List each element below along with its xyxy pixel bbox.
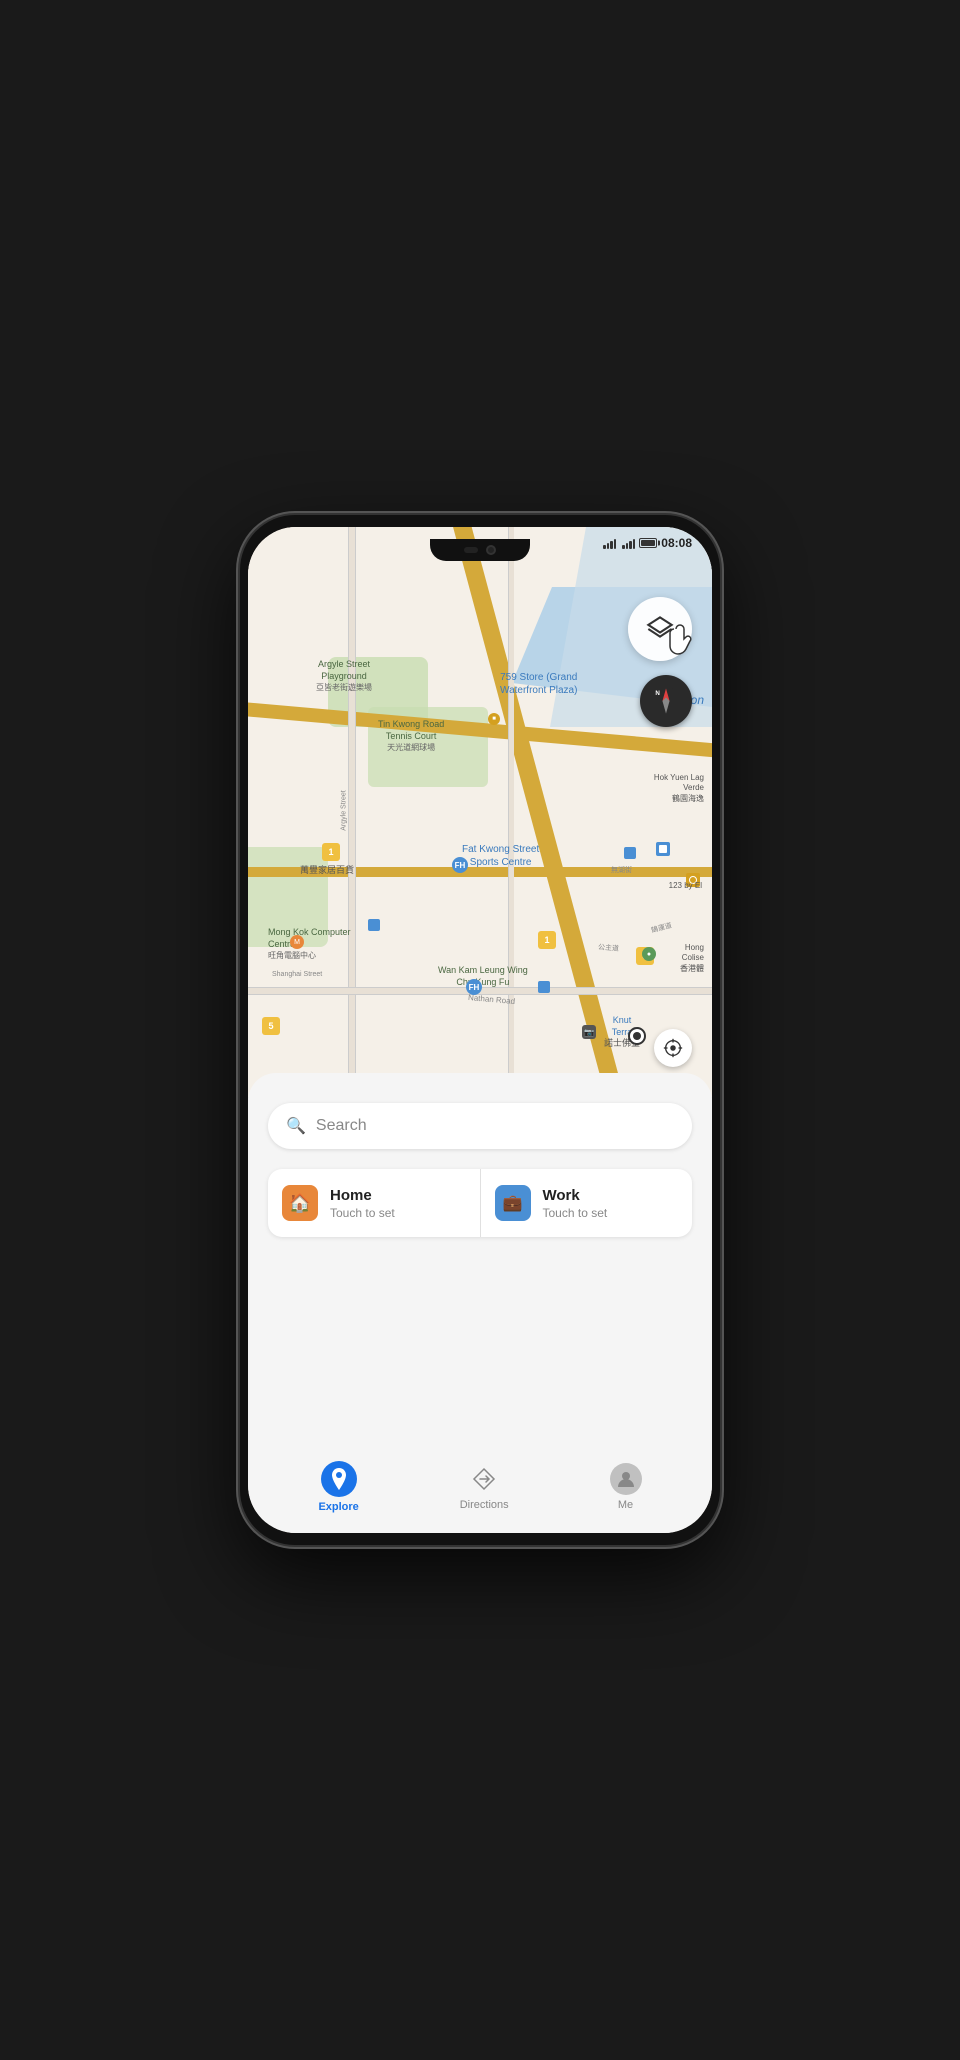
coliseum-icon: ● <box>642 947 656 961</box>
signal-bar <box>629 541 632 549</box>
road-vertical-2 <box>508 527 514 1097</box>
princess-margaret-road-label: 公主道 <box>598 942 620 954</box>
map-poi-icon-1 <box>656 842 670 856</box>
road-vertical-1 <box>348 527 356 1097</box>
nav-directions[interactable]: Directions <box>460 1463 509 1511</box>
bottom-sheet: 🔍 Search 🏠 Home Touch to set 💼 Work Tou <box>248 1073 712 1533</box>
status-right: 08:08 <box>603 536 692 550</box>
poi-icon-museum: ■ <box>488 713 500 725</box>
compass[interactable]: N <box>640 675 692 727</box>
map-poi-inner <box>659 845 667 853</box>
home-shortcut[interactable]: 🏠 Home Touch to set <box>268 1169 480 1237</box>
search-bar[interactable]: 🔍 Search <box>268 1103 692 1149</box>
compass-svg: N <box>650 685 682 717</box>
argyle-street-label: Argyle Street <box>341 790 348 830</box>
me-icon <box>610 1463 642 1495</box>
signal-bar <box>607 543 610 549</box>
home-icon: 🏠 <box>282 1185 318 1221</box>
wan-kam-label: Wan Kam Leung WingChu Kung Fu <box>438 965 528 988</box>
signal-bar <box>626 543 629 549</box>
wan-kam-icon: FH <box>466 979 482 995</box>
signal-bar <box>614 539 617 549</box>
road-badge-2: 1 <box>538 931 556 949</box>
work-shortcut[interactable]: 💼 Work Touch to set <box>480 1169 693 1237</box>
pin-icon <box>330 1468 348 1490</box>
work-sublabel: Touch to set <box>543 1206 608 1220</box>
phone-frame: 08:08 <box>240 515 720 1545</box>
mk-icon: M <box>290 935 304 949</box>
cursor-hand <box>666 623 698 665</box>
shortcuts-row: 🏠 Home Touch to set 💼 Work Touch to set <box>268 1169 692 1237</box>
directions-label: Directions <box>460 1499 509 1511</box>
nav-explore[interactable]: Explore <box>318 1461 358 1513</box>
notch <box>430 539 530 561</box>
work-icon: 💼 <box>495 1185 531 1221</box>
signal-bar <box>633 539 636 549</box>
road-badge-1: 1 <box>322 843 340 861</box>
knut-camera-icon: 📷 <box>582 1025 596 1039</box>
signal-bars-1 <box>603 537 616 549</box>
label-123: 123 by El <box>669 881 702 891</box>
shanghai-street-label: Shanghai Street <box>272 971 322 978</box>
battery-fill <box>641 540 655 546</box>
hand-cursor-svg <box>666 623 698 659</box>
me-label: Me <box>618 1499 633 1511</box>
bus-stop-1 <box>624 847 636 859</box>
search-icon: 🔍 <box>286 1116 306 1136</box>
location-dot-container <box>628 1027 646 1045</box>
clock: 08:08 <box>661 536 692 550</box>
road-badge-5b: 5 <box>262 1017 280 1035</box>
bus-stop-3 <box>538 981 550 993</box>
mong-kok-label: Mong Kok ComputerCentre旺角電腦中心 <box>268 927 351 962</box>
phone-screen: 08:08 <box>248 527 712 1533</box>
signal-bar <box>610 541 613 549</box>
notch-sensor <box>464 547 478 553</box>
location-dot <box>628 1027 646 1045</box>
wu-hu-street-label: 無湖街 <box>611 865 632 875</box>
svg-text:N: N <box>655 690 660 697</box>
location-button[interactable] <box>654 1029 692 1067</box>
map-icon-sports: FH <box>452 857 468 873</box>
home-label: Home <box>330 1187 395 1204</box>
work-text: Work Touch to set <box>543 1187 608 1220</box>
bottom-nav: Explore Directions <box>248 1461 712 1513</box>
work-label: Work <box>543 1187 608 1204</box>
tin-kwong-label: Tin Kwong RoadTennis Court天光道網球場 <box>378 719 444 754</box>
hok-yuen-label: Hok Yuen LagVerde鶴園海逸 <box>654 773 704 804</box>
hong-coliseum-label: HongColise香港體 <box>680 943 704 974</box>
signal-bar <box>603 545 606 549</box>
argyle-playground-label: Argyle StreetPlayground亞皆老街遊樂場 <box>316 659 372 694</box>
home-sublabel: Touch to set <box>330 1206 395 1220</box>
person-icon <box>616 1469 636 1489</box>
battery-icon <box>639 538 657 548</box>
home-text: Home Touch to set <box>330 1187 395 1220</box>
signal-bars-2 <box>622 537 635 549</box>
wan-feng-label: 萬豐家居百貨 <box>300 865 354 877</box>
map-area[interactable]: Nathan Road 1 1 5 5 Argyle StreetPlaygro… <box>248 527 712 1097</box>
explore-label: Explore <box>318 1501 358 1513</box>
location-icon <box>662 1037 684 1059</box>
fat-kwong-label: Fat Kwong StreetSports Centre <box>462 843 539 869</box>
location-dot-inner <box>633 1032 641 1040</box>
bus-stop-2 <box>368 919 380 931</box>
directions-icon <box>470 1465 498 1493</box>
signal-group <box>603 537 635 549</box>
notch-camera <box>486 545 496 555</box>
store-759-label: 759 Store (GrandWaterfront Plaza) <box>500 671 577 697</box>
directions-icon-container <box>468 1463 500 1495</box>
explore-icon <box>321 1461 357 1497</box>
nav-me[interactable]: Me <box>610 1463 642 1511</box>
search-placeholder-text: Search <box>316 1117 367 1135</box>
signal-bar <box>622 545 625 549</box>
